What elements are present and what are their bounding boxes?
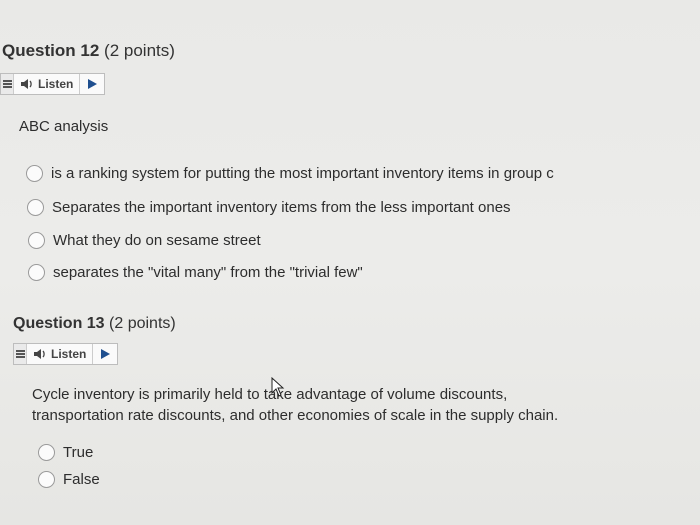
listen-label: Listen xyxy=(51,347,87,361)
play-icon xyxy=(87,79,97,89)
option-label: True xyxy=(63,444,94,461)
listen-toolbar-q13: Listen xyxy=(13,343,119,365)
speaker-icon xyxy=(21,79,32,89)
question-13-title-text: Question 13 xyxy=(13,315,105,332)
question-12-points: (2 points) xyxy=(104,41,175,60)
listen-button-q12[interactable]: Listen xyxy=(14,74,81,94)
question-13-title: Question 13 (2 points) xyxy=(13,315,176,333)
speaker-icon xyxy=(34,349,45,359)
radio-button[interactable] xyxy=(27,199,44,216)
option-label: separates the "vital many" from the "tri… xyxy=(53,264,363,281)
listen-button-q13[interactable]: Listen xyxy=(27,344,94,364)
radio-button[interactable] xyxy=(38,444,55,461)
play-button-q13[interactable] xyxy=(93,344,117,364)
question-13-prompt-line-1: Cycle inventory is primarily held to tak… xyxy=(32,386,508,403)
menu-icon[interactable] xyxy=(14,344,27,364)
q12-option-2[interactable]: Separates the important inventory items … xyxy=(27,199,511,216)
listen-toolbar-q12: Listen xyxy=(0,73,106,95)
mouse-cursor-icon xyxy=(271,377,285,397)
question-13-prompt: Cycle inventory is primarily held to tak… xyxy=(32,384,558,426)
radio-button[interactable] xyxy=(26,165,43,182)
option-label: is a ranking system for putting the most… xyxy=(51,165,554,182)
question-12-title-text: Question 12 xyxy=(2,41,100,60)
q12-option-1[interactable]: is a ranking system for putting the most… xyxy=(26,165,554,182)
menu-icon[interactable] xyxy=(1,74,14,94)
q12-option-3[interactable]: What they do on sesame street xyxy=(28,232,261,249)
listen-label: Listen xyxy=(38,77,74,91)
q13-option-false[interactable]: False xyxy=(38,471,100,488)
play-button-q12[interactable] xyxy=(80,74,104,94)
option-label: What they do on sesame street xyxy=(53,232,261,249)
radio-button[interactable] xyxy=(28,232,45,249)
radio-button[interactable] xyxy=(28,264,45,281)
question-12-title: Question 12 (2 points) xyxy=(2,41,175,61)
q13-option-true[interactable]: True xyxy=(38,444,93,461)
question-13-prompt-line-2: transportation rate discounts, and other… xyxy=(32,407,559,424)
option-label: False xyxy=(63,471,100,488)
question-13-points: (2 points) xyxy=(109,315,176,332)
option-label: Separates the important inventory items … xyxy=(52,199,511,216)
radio-button[interactable] xyxy=(38,471,55,488)
question-12-prompt: ABC analysis xyxy=(19,118,109,135)
q12-option-4[interactable]: separates the "vital many" from the "tri… xyxy=(28,264,363,281)
play-icon xyxy=(100,349,110,359)
